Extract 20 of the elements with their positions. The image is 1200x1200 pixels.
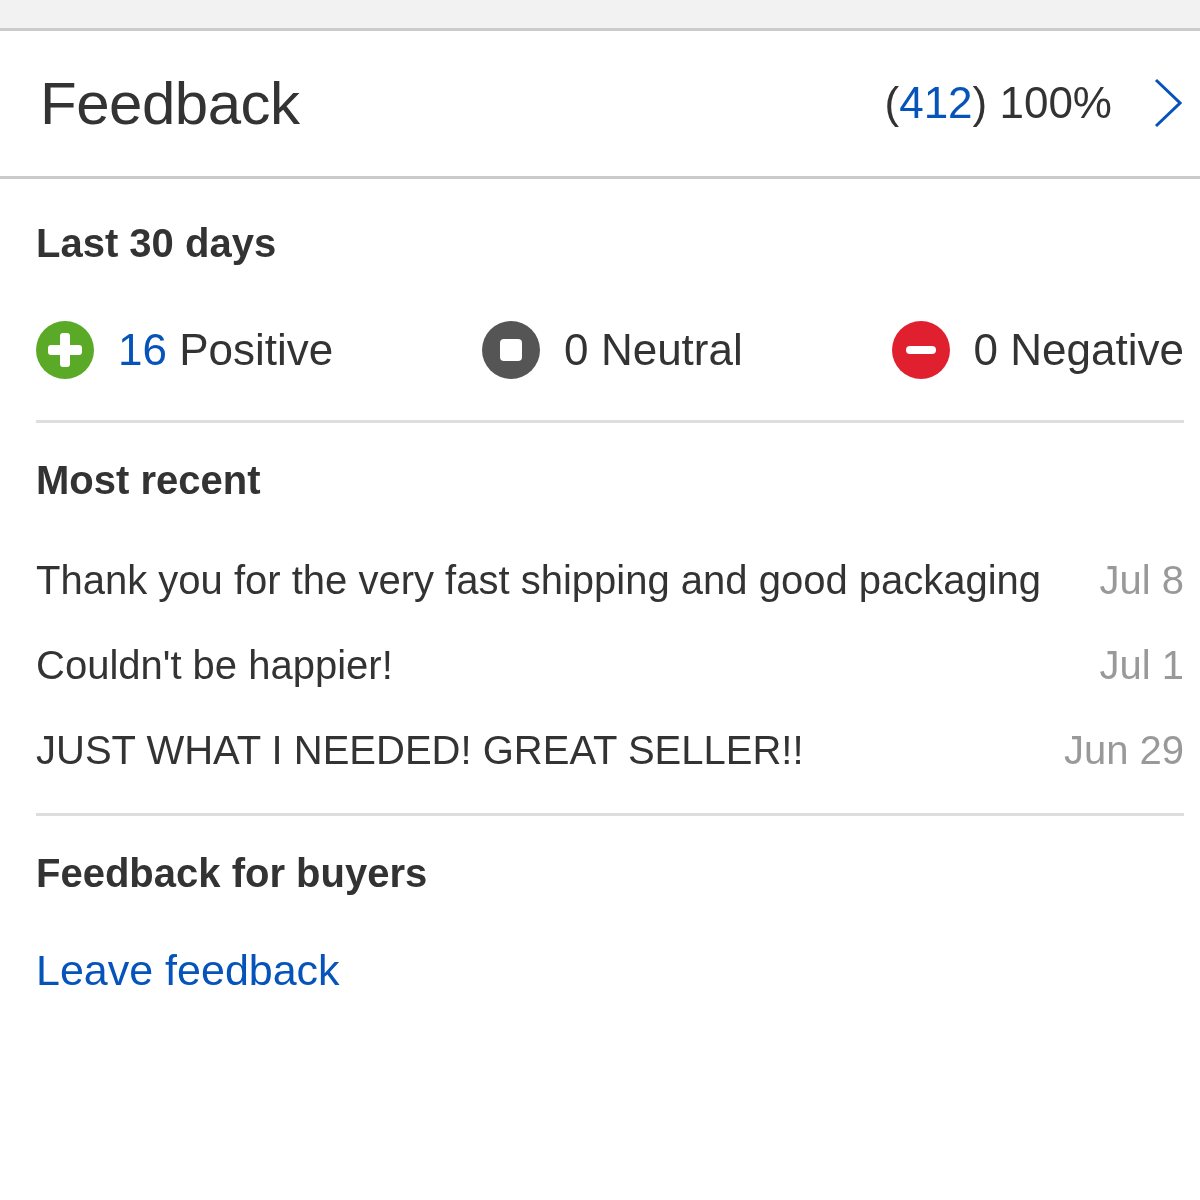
chevron-right-icon[interactable]	[1154, 78, 1182, 129]
rating-count: 0	[973, 324, 998, 376]
section-heading: Most recent	[36, 457, 262, 504]
feedback-comment: Thank you for the very fast shipping and good packaging	[36, 556, 1042, 604]
feedback-comment: JUST WHAT I NEEDED! GREAT SELLER!!	[36, 726, 804, 774]
page-title: Feedback	[40, 70, 300, 137]
rating-count: 0	[564, 324, 589, 376]
section-heading: Last 30 days	[36, 220, 278, 267]
section-heading: Feedback for buyers	[36, 850, 429, 897]
feedback-date: Jul 8	[1099, 556, 1184, 604]
rating-count-link[interactable]: 16	[118, 321, 167, 379]
feedback-comment: Couldn't be happier!	[36, 641, 393, 689]
rating-label: Positive	[179, 324, 334, 376]
rating-count-link[interactable]: 412	[899, 78, 973, 128]
feedback-score: (412) 100%	[884, 77, 1112, 130]
leave-feedback-link[interactable]: Leave feedback	[36, 945, 340, 995]
rating-label: Negative	[1010, 324, 1184, 376]
feedback-date: Jul 1	[1099, 641, 1184, 689]
feedback-date: Jun 29	[1063, 726, 1184, 774]
rating-label: Neutral	[600, 324, 743, 376]
